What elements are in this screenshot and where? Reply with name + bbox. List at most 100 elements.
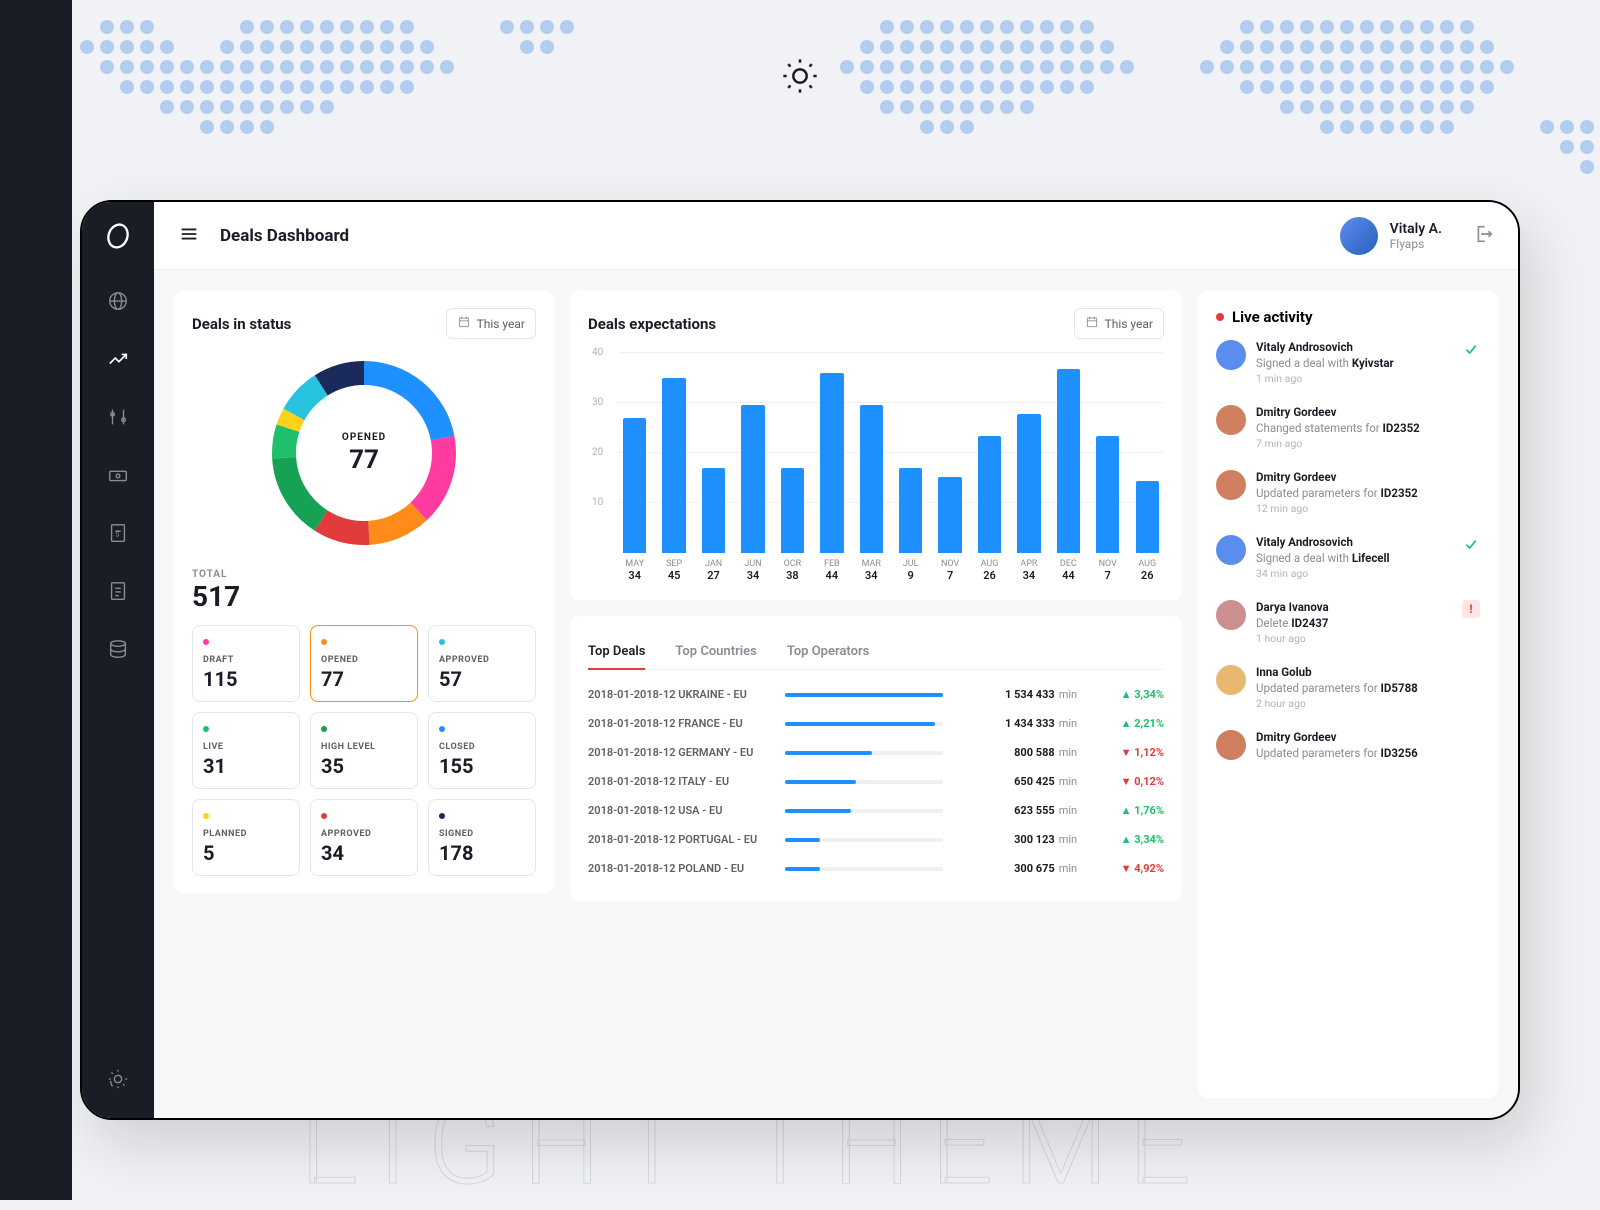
activity-item[interactable]: Dmitry GordeevUpdated parameters for ID2… (1216, 470, 1480, 515)
bar-col (973, 436, 1006, 553)
topbar: Deals Dashboard Vitaly A. Flyaps (154, 202, 1518, 270)
total-label: TOTAL (192, 569, 240, 580)
activity-user: Dmitry Gordeev (1256, 730, 1452, 744)
gridline: 40 (618, 352, 1164, 353)
status-tile-live[interactable]: LIVE31 (192, 712, 300, 789)
bar (899, 468, 922, 554)
donut-center-value: 77 (349, 445, 379, 475)
activity-item[interactable]: Dmitry Gordeev Changed statements for ID2… (1216, 405, 1480, 450)
activity-time: 7 min ago (1256, 437, 1452, 450)
bar-col (933, 477, 966, 554)
activity-desc: Updated parameters for ID3256 (1256, 746, 1452, 760)
status-tile-name: APPROVED (321, 829, 407, 839)
status-tile-planned[interactable]: PLANNED5 (192, 799, 300, 876)
expectations-period-label: This year (1105, 317, 1153, 331)
deal-row[interactable]: 2018-01-2018-12 PORTUGAL - EU300 123min▲… (588, 825, 1164, 854)
status-dot-icon (203, 639, 209, 645)
activity-item[interactable]: Darya Ivanova Delete ID2437 1 hour ago! (1216, 600, 1480, 645)
tab-top-deals[interactable]: Top Deals (588, 634, 645, 669)
expectations-title: Deals expectations (588, 315, 716, 333)
activity-item[interactable]: Vitaly AndrosovichSigned a deal with Kyi… (1216, 340, 1480, 385)
warning-icon: ! (1462, 600, 1480, 618)
document-icon[interactable] (107, 580, 129, 602)
live-activity-title: Live activity (1232, 308, 1313, 326)
status-tile-draft[interactable]: DRAFT115 (192, 625, 300, 702)
bar (1017, 414, 1040, 554)
deal-name: 2018-01-2018-12 ITALY - EU (588, 775, 777, 788)
activity-item[interactable]: Inna GolubUpdated parameters for ID57882… (1216, 665, 1480, 710)
tab-top-operators[interactable]: Top Operators (787, 634, 870, 669)
tab-top-countries[interactable]: Top Countries (675, 634, 756, 669)
bar (1136, 481, 1159, 553)
status-tile-high-level[interactable]: HIGH LEVEL35 (310, 712, 418, 789)
deal-name: 2018-01-2018-12 GERMANY - EU (588, 746, 777, 759)
invoice-icon[interactable]: $ (107, 522, 129, 544)
expectations-period-button[interactable]: This year (1074, 308, 1164, 339)
deal-row[interactable]: 2018-01-2018-12 ITALY - EU650 425min▼ 0,… (588, 767, 1164, 796)
activity-desc: Delete ID2437 (1256, 616, 1452, 630)
status-period-button[interactable]: This year (446, 308, 536, 339)
activity-item[interactable]: Vitaly AndrosovichSigned a deal with Lif… (1216, 535, 1480, 580)
status-tile-name: SIGNED (439, 829, 525, 839)
status-tile-approved[interactable]: APPROVED34 (310, 799, 418, 876)
sliders-icon[interactable] (107, 406, 129, 428)
bar (1096, 436, 1119, 553)
status-tile-signed[interactable]: SIGNED178 (428, 799, 536, 876)
status-tile-closed[interactable]: CLOSED155 (428, 712, 536, 789)
user-block[interactable]: Vitaly A. Flyaps (1340, 217, 1494, 255)
deals-status-card: Deals in status This year OPENED 77 (174, 290, 554, 894)
status-tile-name: HIGH LEVEL (321, 742, 407, 752)
activity-desc: Updated parameters for ID2352 (1256, 486, 1452, 500)
activity-desc: Changed statements for ID2352 (1256, 421, 1452, 435)
deal-delta: ▼ 4,92% (1085, 862, 1164, 875)
theme-toggle-icon[interactable] (107, 1068, 129, 1090)
deal-row[interactable]: 2018-01-2018-12 FRANCE - EU1 434 333min▲… (588, 709, 1164, 738)
activity-user: Vitaly Androsovich (1256, 340, 1452, 354)
activity-desc: Updated parameters for ID5788 (1256, 681, 1452, 695)
user-org: Flyaps (1390, 237, 1442, 251)
bar-col (1091, 436, 1124, 553)
activity-avatar (1216, 535, 1246, 565)
activity-time: 1 hour ago (1256, 632, 1452, 645)
database-icon[interactable] (107, 638, 129, 660)
bar-xlabel: APR (1012, 559, 1045, 569)
status-dot-icon (203, 726, 209, 732)
deal-row[interactable]: 2018-01-2018-12 USA - EU623 555min▲ 1,76… (588, 796, 1164, 825)
activity-user: Dmitry Gordeev (1256, 405, 1452, 419)
bar-xlabel: MAY (618, 559, 651, 569)
deal-value: 1 534 433min (951, 688, 1077, 701)
bar-xvalue: 26 (1130, 569, 1163, 582)
bar-xvalue: 34 (855, 569, 888, 582)
status-tile-name: DRAFT (203, 655, 289, 665)
deal-row[interactable]: 2018-01-2018-12 POLAND - EU300 675min▼ 4… (588, 854, 1164, 883)
globe-icon[interactable] (107, 290, 129, 312)
logo-icon[interactable] (104, 222, 132, 254)
status-tile-value: 5 (203, 841, 289, 865)
deal-value: 300 123min (951, 833, 1077, 846)
deal-row[interactable]: 2018-01-2018-12 UKRAINE - EU1 534 433min… (588, 680, 1164, 709)
activity-item[interactable]: Dmitry Gordeev Updated parameters for ID3… (1216, 730, 1480, 760)
deal-value: 623 555min (951, 804, 1077, 817)
status-tile-approved[interactable]: APPROVED57 (428, 625, 536, 702)
activity-avatar (1216, 340, 1246, 370)
bar-xvalue: 7 (933, 569, 966, 582)
user-avatar (1340, 217, 1378, 255)
bar-xlabel: JUN (736, 559, 769, 569)
activity-user: Darya Ivanova (1256, 600, 1452, 614)
money-icon[interactable] (107, 464, 129, 486)
bar-xlabel: AUG (973, 559, 1006, 569)
bar (1057, 369, 1080, 554)
status-dot-icon (321, 726, 327, 732)
activity-avatar (1216, 470, 1246, 500)
deal-delta: ▲ 2,21% (1085, 717, 1164, 730)
deal-bar (785, 722, 943, 726)
analytics-icon[interactable] (107, 348, 129, 370)
menu-icon[interactable] (178, 223, 200, 249)
activity-time: 2 hour ago (1256, 697, 1452, 710)
logout-icon[interactable] (1472, 223, 1494, 249)
deal-value: 650 425min (951, 775, 1077, 788)
bar-xvalue: 9 (894, 569, 927, 582)
activity-time: 1 min ago (1256, 372, 1452, 385)
deal-row[interactable]: 2018-01-2018-12 GERMANY - EU800 588min▼ … (588, 738, 1164, 767)
status-tile-opened[interactable]: OPENED77 (310, 625, 418, 702)
